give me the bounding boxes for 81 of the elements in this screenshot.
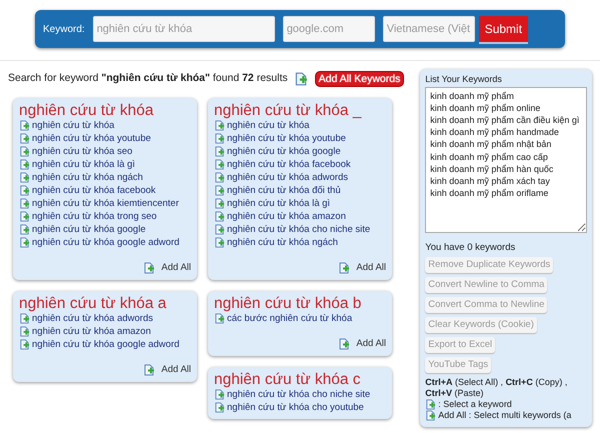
card-title: nghiên cứu từ khóa xyxy=(19,102,155,119)
add-keyword-icon xyxy=(214,389,225,400)
add-all-button[interactable]: Add All xyxy=(161,260,191,275)
keyword-link[interactable]: nghiên cứu từ khóa youtube xyxy=(32,132,151,145)
add-keyword-icon xyxy=(214,224,225,235)
keyword-link[interactable]: nghiên cứu từ khóa cho youtube xyxy=(227,401,364,414)
keyword-link[interactable]: nghiên cứu từ khóa ngách xyxy=(227,236,338,249)
legend-text: : Select a keyword xyxy=(438,398,512,410)
keyword-link[interactable]: nghiên cứu từ khóa là gì xyxy=(227,196,330,210)
add-all-button[interactable]: Add All xyxy=(356,337,386,352)
keyword-link[interactable]: nghiên cứu từ khóa google xyxy=(32,222,146,236)
add-keyword-icon xyxy=(214,132,225,144)
add-keyword-icon xyxy=(214,172,225,183)
card-title: nghiên cứu từ khóa c xyxy=(214,371,362,388)
keyword-link[interactable]: nghiên cứu từ khóa adwords xyxy=(32,312,153,325)
add-keyword-icon xyxy=(214,146,225,157)
add-keyword-icon xyxy=(214,236,225,248)
shortcuts-text: Ctrl+A (Select All) , Ctrl+C (Copy) , Ctrl+V (Paste) xyxy=(425,376,568,399)
keyword-link[interactable]: nghiên cứu từ khóa amazon xyxy=(32,325,151,338)
keyword-link[interactable]: nghiên cứu từ khóa facebook xyxy=(227,158,351,171)
add-keyword-icon xyxy=(214,210,225,222)
add-keyword-icon xyxy=(425,410,436,421)
add-keyword-icon xyxy=(19,120,30,131)
add-keyword-icon xyxy=(425,398,436,410)
add-all-button[interactable]: Add All xyxy=(356,260,386,275)
keyword-field[interactable]: nghiên cứu từ khóa xyxy=(92,16,275,42)
add-keyword-icon xyxy=(19,172,30,183)
add-keyword-icon xyxy=(214,184,225,196)
add-keyword-icon xyxy=(19,146,30,157)
add-keyword-icon xyxy=(19,236,30,248)
language-field[interactable]: Vietnamese (Việt xyxy=(382,16,475,42)
site-field[interactable]: google.com xyxy=(282,16,375,42)
keyword-count: You have 0 keywords xyxy=(425,240,516,254)
add-keyword-icon xyxy=(19,184,30,196)
keywords-textarea[interactable]: kinh doanh mỹ phẩm kinh doanh mỹ phẩm online kinh doanh mỹ phẩm cần điều kiện gì kinh doanh mỹ phẩm handmade kinh doanh mỹ phẩm nhật bản kinh doanh mỹ phẩm cao cấp kinh doanh mỹ phẩm hàn quốc kinh doanh mỹ phẩm xách tay kinh doanh mỹ phẩm oriflame xyxy=(425,86,588,232)
keyword-link[interactable]: nghiên cứu từ khóa trong seo xyxy=(32,210,157,223)
add-keywords-icon xyxy=(294,72,308,86)
submit-button[interactable]: Submit xyxy=(478,16,528,42)
keyword-link[interactable]: nghiên cứu từ khóa ngách xyxy=(32,170,143,184)
add-all-button[interactable]: Add All xyxy=(161,363,191,378)
keyword-link[interactable]: nghiên cứu từ khóa cho niche site xyxy=(227,388,370,402)
add-keyword-icon xyxy=(214,313,225,324)
keyword-label: Keyword: xyxy=(43,22,85,36)
keyword-link[interactable]: nghiên cứu từ khóa adwords xyxy=(227,170,348,184)
keyword-link[interactable]: nghiên cứu từ khóa google adword xyxy=(32,236,180,249)
add-keyword-icon xyxy=(19,313,30,324)
add-keyword-icon xyxy=(19,158,30,170)
card-title: nghiên cứu từ khóa b xyxy=(214,295,362,312)
keyword-link[interactable]: nghiên cứu từ khóa google adword xyxy=(32,338,180,351)
add-keyword-icon xyxy=(19,224,30,235)
add-all-icon xyxy=(143,262,156,274)
keyword-link[interactable]: nghiên cứu từ khóa youtube xyxy=(227,132,346,145)
keyword-link[interactable]: nghiên cứu từ khóa đối thủ xyxy=(227,184,341,197)
keyword-link[interactable]: nghiên cứu từ khóa là gì xyxy=(32,158,136,171)
add-keyword-icon xyxy=(19,198,30,209)
add-all-keywords-button[interactable]: Add All Keywords xyxy=(316,72,404,86)
add-keyword-icon xyxy=(214,120,225,131)
add-keyword-icon xyxy=(19,132,30,144)
keyword-link[interactable]: nghiên cứu từ khóa cho niche site xyxy=(227,222,370,236)
keyword-link[interactable]: nghiên cứu từ khóa seo xyxy=(32,144,132,158)
keyword-link[interactable]: nghiên cứu từ khóa amazon xyxy=(227,210,346,223)
add-all-icon xyxy=(338,338,350,350)
keyword-link[interactable]: nghiên cứu từ khóa xyxy=(32,118,114,132)
add-keyword-icon xyxy=(19,210,30,222)
keyword-link[interactable]: nghiên cứu từ khóa google xyxy=(227,144,341,158)
add-keyword-icon xyxy=(19,339,30,350)
keyword-link[interactable]: nghiên cứu từ khóa facebook xyxy=(32,184,156,197)
keyword-link[interactable]: nghiên cứu từ khóa xyxy=(227,118,310,132)
panel-title: List Your Keywords xyxy=(425,73,503,86)
keyword-link[interactable]: nghiên cứu từ khóa kiemtiencenter xyxy=(32,196,179,210)
add-keyword-icon xyxy=(19,326,30,337)
add-keyword-icon xyxy=(214,402,225,414)
add-keyword-icon xyxy=(214,158,225,170)
card-title: nghiên cứu từ khóa a xyxy=(19,295,168,312)
legend-text: Add All : Select multi keywords (a xyxy=(438,410,572,421)
add-keyword-icon xyxy=(214,198,225,209)
add-all-icon xyxy=(338,262,350,274)
card-title: nghiên cứu từ khóa _ xyxy=(214,102,362,119)
add-all-icon xyxy=(143,364,156,376)
results-summary: Search for keyword "nghiên cứu từ khóa" found 72 results xyxy=(8,71,288,86)
keyword-link[interactable]: các bước nghiên cứu từ khóa xyxy=(227,312,352,325)
